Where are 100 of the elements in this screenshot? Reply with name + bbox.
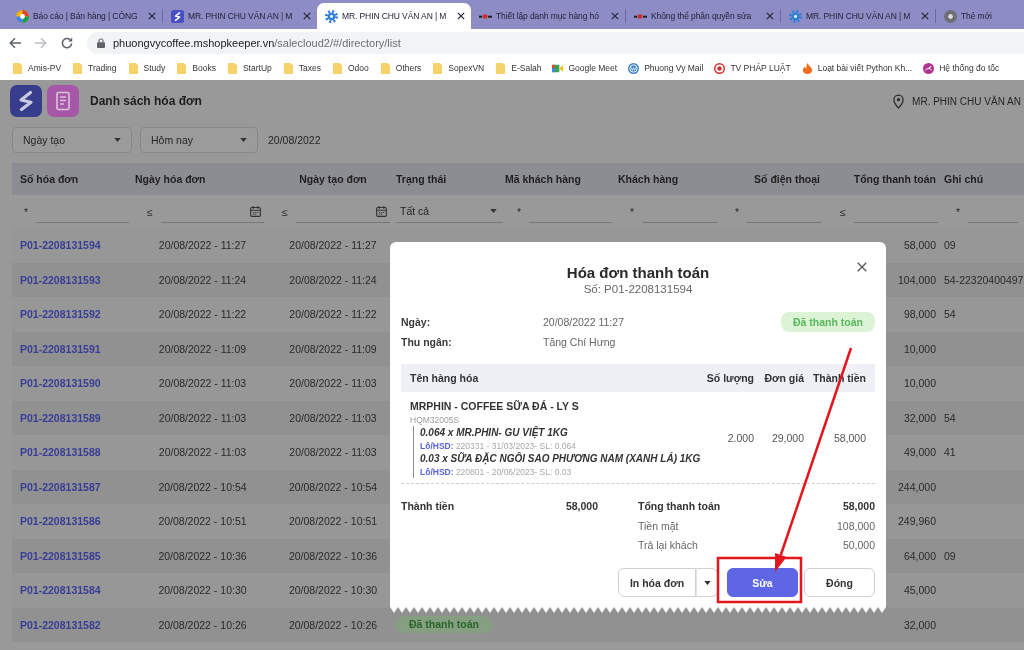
bookmark[interactable]: Google Meet	[552, 62, 618, 74]
invoice-link[interactable]: P01-2208131586	[20, 515, 101, 528]
dialog-title: Hóa đơn thanh toán	[566, 264, 710, 282]
browser-tab[interactable]: Thẻ mới	[936, 3, 1008, 29]
invoice-link[interactable]: P01-2208131593	[20, 273, 101, 286]
table-cell: 20/08/2022 - 11:24	[289, 273, 377, 286]
invoice-link[interactable]: P01-2208131588	[20, 446, 101, 459]
round-logo-icon	[628, 62, 640, 74]
app-logo-icon[interactable]	[10, 85, 42, 117]
component-name: 0.064 x MR.PHIN- GU VIỆT 1KG	[420, 426, 568, 440]
video-camera-icon	[552, 62, 564, 74]
calendar-icon[interactable]	[376, 205, 387, 217]
bookmark[interactable]: Hệ thống đo tốc	[923, 62, 1000, 74]
table-cell: 98,000	[903, 308, 936, 321]
bookmark[interactable]: Trading	[72, 62, 117, 74]
folder-icon	[127, 62, 139, 74]
invoice-link[interactable]: P01-2208131591	[20, 342, 101, 355]
field-label: Ngày:	[401, 316, 431, 328]
table-cell: 20/08/2022 - 10:36	[158, 549, 247, 562]
column-header: Đơn giá	[764, 372, 804, 384]
table-cell: 20/08/2022 - 11:03	[158, 446, 247, 459]
print-button[interactable]: In hóa đơn	[618, 568, 696, 597]
filter-operator[interactable]: *	[630, 205, 635, 218]
price-cell: 29,000	[771, 432, 804, 444]
invoice-link[interactable]: P01-2208131584	[20, 584, 101, 597]
filter-operator[interactable]: ≤	[147, 205, 153, 218]
date-field-select[interactable]: Ngày tạo	[12, 127, 132, 153]
table-cell: 104,000	[898, 273, 936, 286]
period-select[interactable]: Hôm nay	[140, 127, 258, 153]
browser-tab[interactable]: Báo cáo | Bán hàng | CÔNG	[8, 3, 162, 29]
print-options-button[interactable]	[696, 568, 718, 597]
bookmark[interactable]: Phuong Vy Mail	[628, 62, 704, 74]
filter-operator[interactable]: *	[24, 205, 29, 218]
calendar-icon[interactable]	[250, 205, 261, 217]
date-text: 20/08/2022	[268, 134, 321, 146]
bookmark[interactable]: StartUp	[226, 62, 272, 74]
invoice-link[interactable]: P01-2208131590	[20, 377, 101, 390]
close-icon[interactable]	[457, 12, 465, 20]
summary-value: 58,000	[842, 500, 875, 512]
browser-tab[interactable]: MR. PHIN CHU VĂN AN | M	[317, 3, 471, 29]
bookmark[interactable]: SopexVN	[432, 62, 485, 74]
bookmark[interactable]: Taxes	[282, 62, 321, 74]
invoice-link[interactable]: P01-2208131589	[20, 411, 101, 424]
reload-icon[interactable]	[61, 36, 73, 49]
back-icon[interactable]	[9, 36, 21, 49]
bookmark[interactable]: Odoo	[332, 62, 369, 74]
browser-tab[interactable]: Không thể phân quyền sửa	[626, 3, 780, 29]
folder-icon	[176, 62, 188, 74]
table-cell: 49,000	[903, 446, 936, 459]
bookmark[interactable]: E-Salah	[495, 62, 542, 74]
browser-tab[interactable]: Thiết lập danh mục hàng hó	[471, 3, 625, 29]
filter-operator[interactable]: ≤	[840, 205, 846, 218]
table-cell: 20/08/2022 - 11:03	[289, 377, 377, 390]
bookmark[interactable]: Loạt bài viết Python Kh...	[801, 62, 913, 74]
status-filter-select[interactable]: Tất cả	[396, 200, 503, 223]
ring-icon	[944, 9, 957, 23]
close-button[interactable]: Đóng	[804, 568, 875, 597]
table-cell: 20/08/2022 - 10:26	[158, 618, 247, 631]
folder-icon	[282, 62, 294, 74]
address-field[interactable]: phuongvycoffee.mshopkeeper.vn/salecloud2/#/directory/list	[87, 31, 1024, 54]
column-header: Tổng thanh toán	[853, 173, 936, 185]
caret-icon	[114, 138, 121, 142]
invoice-link[interactable]: P01-2208131592	[20, 308, 101, 321]
column-header: Khách hàng	[618, 173, 679, 185]
bookmark[interactable]: Others	[379, 62, 422, 74]
field-label: Thu ngân:	[401, 336, 452, 348]
summary-label: Trả lại khách	[638, 538, 698, 551]
invoice-link[interactable]: P01-2208131587	[20, 480, 101, 493]
table-cell: 54	[944, 308, 956, 321]
store-name[interactable]: MR. PHIN CHU VĂN AN	[912, 95, 1021, 107]
table-cell: 20/08/2022 - 11:27	[158, 239, 247, 252]
bookmark[interactable]: Study	[127, 62, 166, 74]
invoice-link[interactable]: P01-2208131594	[20, 239, 101, 252]
table-cell: 20/08/2022 - 10:51	[288, 515, 378, 528]
table-cell: 20/08/2022 - 11:09	[289, 342, 377, 355]
table-cell: 20/08/2022 - 10:36	[288, 549, 378, 562]
invoice-link[interactable]: P01-2208131582	[20, 618, 101, 631]
filter-operator[interactable]: ≤	[282, 205, 288, 218]
table-cell: 10,000	[903, 342, 936, 355]
invoice-link[interactable]: P01-2208131585	[20, 549, 101, 562]
table-cell: 32,000	[903, 411, 936, 424]
folder-icon	[432, 62, 444, 74]
filter-operator[interactable]: *	[735, 205, 740, 218]
filter-operator[interactable]: *	[956, 205, 961, 218]
close-icon[interactable]	[857, 262, 867, 272]
quantity-cell: 2.000	[727, 432, 754, 444]
bookmark[interactable]: TV PHÁP LUẬT	[714, 62, 791, 74]
table-cell: 20/08/2022 - 11:09	[158, 342, 247, 355]
browser-tab[interactable]: MR. PHIN CHU VĂN AN | M	[781, 3, 935, 29]
bookmark[interactable]: Books	[176, 62, 216, 74]
document-icon[interactable]	[47, 85, 79, 117]
browser-tab[interactable]: MR. PHIN CHU VĂN AN | M	[163, 3, 317, 29]
field-value: 20/08/2022 11:27	[543, 316, 624, 328]
logo-mark-icon	[634, 13, 647, 19]
edit-button[interactable]: Sửa	[727, 568, 798, 597]
folder-icon	[379, 62, 391, 74]
table-cell: 09	[944, 239, 956, 252]
table-cell: 20/08/2022 - 10:54	[288, 480, 378, 493]
bookmark[interactable]: Amis-PV	[12, 62, 62, 74]
filter-operator[interactable]: *	[517, 205, 522, 218]
